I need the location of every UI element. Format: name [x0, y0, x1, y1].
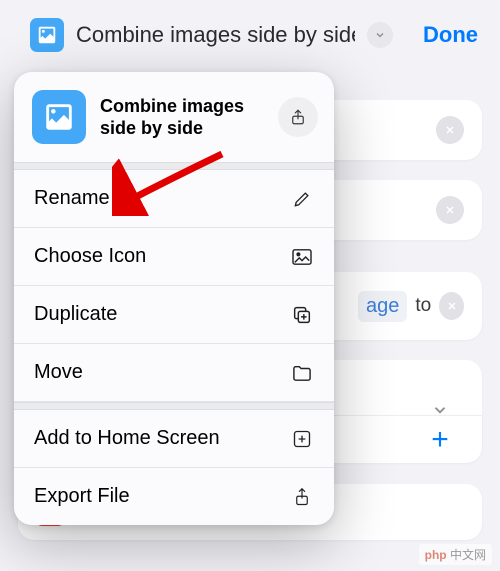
menu-item-label: Add to Home Screen — [34, 427, 220, 450]
plus-square-icon — [290, 429, 314, 449]
menu-item-choose-icon[interactable]: Choose Icon — [14, 228, 334, 286]
share-icon — [289, 107, 307, 127]
close-icon — [444, 124, 456, 136]
duplicate-icon — [290, 304, 314, 326]
shortcut-icon-large — [32, 90, 86, 144]
share-up-icon — [290, 486, 314, 508]
delete-action-button[interactable] — [436, 116, 464, 144]
folder-icon — [290, 364, 314, 382]
menu-item-move[interactable]: Move — [14, 344, 334, 402]
chevron-down-icon — [374, 29, 386, 41]
share-button[interactable] — [278, 97, 318, 137]
menu-item-label: Move — [34, 361, 83, 384]
menu-item-duplicate[interactable]: Duplicate — [14, 286, 334, 344]
menu-item-rename[interactable]: Rename — [14, 170, 334, 228]
menu-item-label: Duplicate — [34, 303, 117, 326]
editor-header: Combine images side by side Done — [0, 0, 500, 70]
done-button[interactable]: Done — [423, 22, 478, 48]
menu-item-add-home[interactable]: Add to Home Screen — [14, 410, 334, 468]
menu-separator — [14, 162, 334, 170]
shortcut-context-menu: Combine images side by side Rename Choos… — [14, 72, 334, 525]
add-action-button[interactable]: + — [416, 423, 464, 457]
menu-item-label: Rename — [34, 187, 110, 210]
close-icon — [444, 204, 456, 216]
shortcut-icon — [30, 18, 64, 52]
delete-action-button[interactable] — [439, 292, 464, 320]
menu-header: Combine images side by side — [14, 72, 334, 162]
shortcut-title: Combine images side by side — [76, 22, 355, 48]
menu-item-label: Export File — [34, 485, 130, 508]
action-text: to — [415, 295, 431, 317]
menu-item-export[interactable]: Export File — [14, 468, 334, 525]
title-menu-toggle[interactable] — [367, 22, 393, 48]
menu-item-label: Choose Icon — [34, 245, 146, 268]
close-icon — [446, 300, 458, 312]
watermark: php 中文网 — [419, 544, 492, 565]
variable-token[interactable]: age — [358, 291, 407, 322]
delete-action-button[interactable] — [436, 196, 464, 224]
menu-separator — [14, 402, 334, 410]
pencil-icon — [290, 189, 314, 209]
menu-title: Combine images side by side — [100, 95, 264, 140]
picture-icon — [290, 248, 314, 266]
